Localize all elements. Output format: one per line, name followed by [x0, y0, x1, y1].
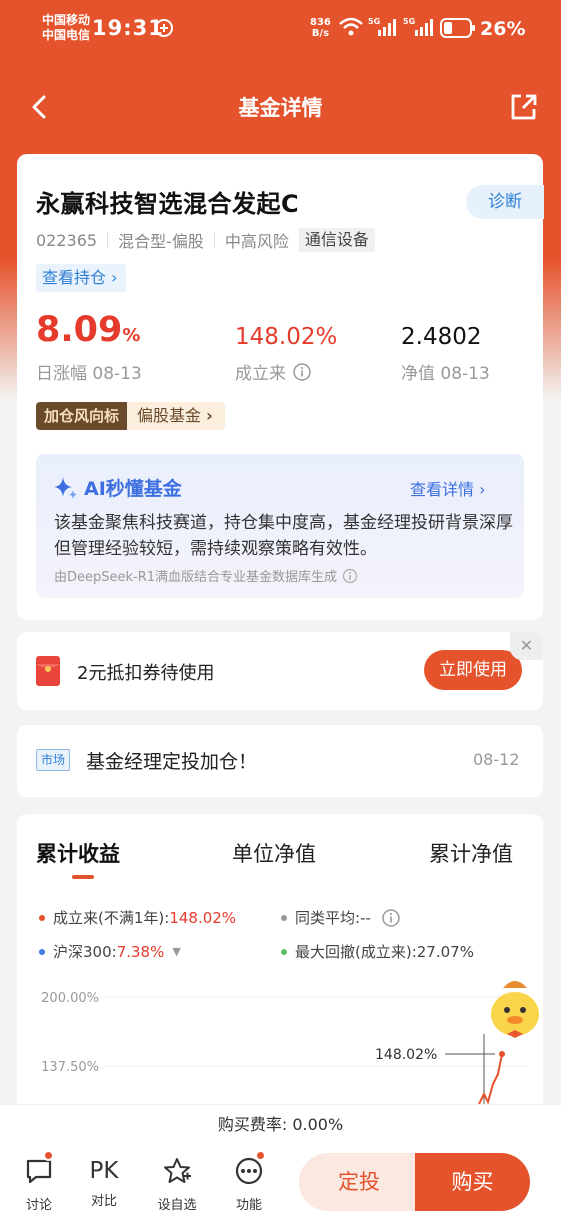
net-speed: 836 B/s: [310, 17, 331, 39]
pk-icon: PK: [89, 1158, 119, 1184]
fund-risk: 中高风险: [224, 232, 289, 251]
fund-industry-tag[interactable]: 通信设备: [298, 228, 375, 252]
active-tab-indicator: [72, 875, 94, 879]
performance-chart-card: 累计收益 单位净值 累计净值 成立来(不满1年): 148.02% 同类平均: --…: [17, 814, 543, 1134]
add-watchlist-label: 设自选: [157, 1198, 197, 1213]
notification-icon: [155, 19, 173, 37]
nav-bar: 基金详情: [0, 80, 561, 134]
news-tag: 市场: [36, 749, 71, 771]
ai-title: AI秒懂基金: [84, 478, 182, 500]
fund-name: 永赢科技智选混合发起C: [36, 190, 300, 218]
diagnose-button[interactable]: 诊断: [466, 185, 544, 219]
compare-label: 对比: [90, 1194, 117, 1209]
share-icon[interactable]: [508, 92, 538, 122]
legend-dot-peer: [281, 914, 287, 921]
notification-dot: [255, 1150, 266, 1161]
sparkle-icon: [54, 477, 77, 499]
legend-dot-fund: [39, 914, 45, 921]
coupon-text: 2元抵扣券待使用: [77, 663, 215, 684]
compare-button[interactable]: PK 对比: [77, 1156, 131, 1209]
since-inception-value: 148.02%: [235, 324, 338, 350]
view-holdings-link[interactable]: 查看持仓 ›: [36, 264, 126, 292]
svg-text:5G: 5G: [403, 17, 415, 26]
buy-button[interactable]: 购买: [415, 1153, 530, 1211]
status-bar: 中国移动 中国电信 19:31 836 B/s 5G 5G 26%: [0, 0, 561, 58]
wifi-icon: [339, 17, 363, 36]
page-title: 基金详情: [238, 96, 323, 120]
y-tick-label: 137.50%: [41, 1060, 99, 1075]
since-inception-label[interactable]: 成立来: [235, 359, 312, 384]
fund-tags: 022365 混合型-偏股 中高风险 通信设备: [36, 228, 375, 252]
news-date: 08-12: [473, 750, 520, 769]
legend-drawdown: 最大回撤(成立来): 27.07%: [281, 941, 474, 962]
add-watchlist-button[interactable]: 设自选: [150, 1156, 204, 1213]
chevron-right-icon: ›: [206, 406, 213, 425]
battery-percent: 26%: [480, 18, 526, 40]
legend-fund: 成立来(不满1年): 148.02%: [39, 907, 236, 928]
functions-button[interactable]: 功能: [222, 1150, 276, 1213]
indicator-badge[interactable]: 加仓风向标 偏股基金 ›: [36, 402, 225, 430]
fund-type: 混合型-偏股: [118, 232, 204, 251]
ai-summary-box: AI秒懂基金 查看详情 › 该基金聚焦科技赛道，持仓集中度高，基金经理投研背景深…: [36, 454, 524, 598]
tab-unit-nav[interactable]: 单位净值: [232, 838, 316, 868]
use-coupon-button[interactable]: 立即使用: [424, 650, 522, 690]
tab-cumulative-return[interactable]: 累计收益: [36, 838, 120, 868]
carrier-1: 中国移动: [42, 13, 91, 27]
legend-dot-drawdown: [281, 948, 287, 955]
coupon-card: 2元抵扣券待使用 立即使用 ✕: [17, 632, 543, 710]
daily-change-value: 8.09%: [36, 310, 141, 350]
signal-5g-icon-2: 5G: [403, 17, 433, 36]
functions-label: 功能: [235, 1198, 262, 1213]
close-icon[interactable]: ✕: [510, 632, 543, 660]
legend-peer: 同类平均: --: [281, 907, 401, 928]
battery-icon: [440, 18, 475, 38]
carrier-2: 中国电信: [42, 28, 91, 42]
fund-line-endpoint: [499, 1051, 505, 1057]
chart-annotation: 148.02%: [375, 1047, 437, 1063]
daily-change-label: 日涨幅 08-13: [36, 364, 142, 384]
fund-return-line: [478, 1053, 503, 1105]
badge-right: 偏股基金 ›: [127, 402, 225, 430]
fund-summary-card: 永赢科技智选混合发起C 诊断 022365 混合型-偏股 中高风险 通信设备 查…: [17, 154, 544, 620]
tab-cumulative-nav[interactable]: 累计净值: [429, 838, 513, 868]
notification-dot: [43, 1150, 54, 1161]
news-text: 基金经理定投加仓！: [86, 751, 258, 773]
bottom-action-bar: 讨论 PK 对比 设自选 功能 定投 购买: [0, 1144, 561, 1221]
info-icon[interactable]: [292, 362, 312, 382]
signal-5g-icon-1: 5G: [368, 17, 396, 36]
legend-dot-index: [39, 948, 45, 955]
auto-invest-button[interactable]: 定投: [299, 1153, 419, 1211]
discuss-button[interactable]: 讨论: [12, 1150, 66, 1213]
dropdown-caret-icon: ▼: [172, 945, 181, 958]
star-plus-icon: [164, 1158, 191, 1183]
nav-value: 2.4802: [401, 324, 482, 350]
discuss-label: 讨论: [25, 1198, 52, 1213]
info-icon[interactable]: [381, 908, 401, 928]
y-tick-label: 200.00%: [41, 991, 99, 1006]
news-card[interactable]: 市场 基金经理定投加仓！ 08-12: [17, 725, 543, 797]
badge-left: 加仓风向标: [36, 402, 128, 430]
ai-view-details-link[interactable]: 查看详情 ›: [410, 476, 486, 500]
fund-code: 022365: [36, 230, 98, 250]
carrier-names: 中国移动 中国电信: [42, 13, 90, 43]
nav-label: 净值 08-13: [401, 364, 490, 384]
purchase-fee: 购买费率: 0.00%: [0, 1104, 561, 1144]
red-envelope-icon: [36, 656, 60, 686]
mascot-duck-icon[interactable]: [485, 974, 545, 1044]
ai-body-text: 该基金聚焦科技赛道，持仓集中度高，基金经理投研背景深厚但管理经验较短，需持续观察…: [54, 513, 513, 559]
legend-index[interactable]: 沪深300: 7.38% ▼: [39, 941, 181, 962]
svg-text:5G: 5G: [368, 17, 380, 26]
ai-source-note: 由DeepSeek-R1满血版结合专业基金数据库生成: [54, 566, 358, 585]
info-icon[interactable]: [342, 568, 358, 584]
